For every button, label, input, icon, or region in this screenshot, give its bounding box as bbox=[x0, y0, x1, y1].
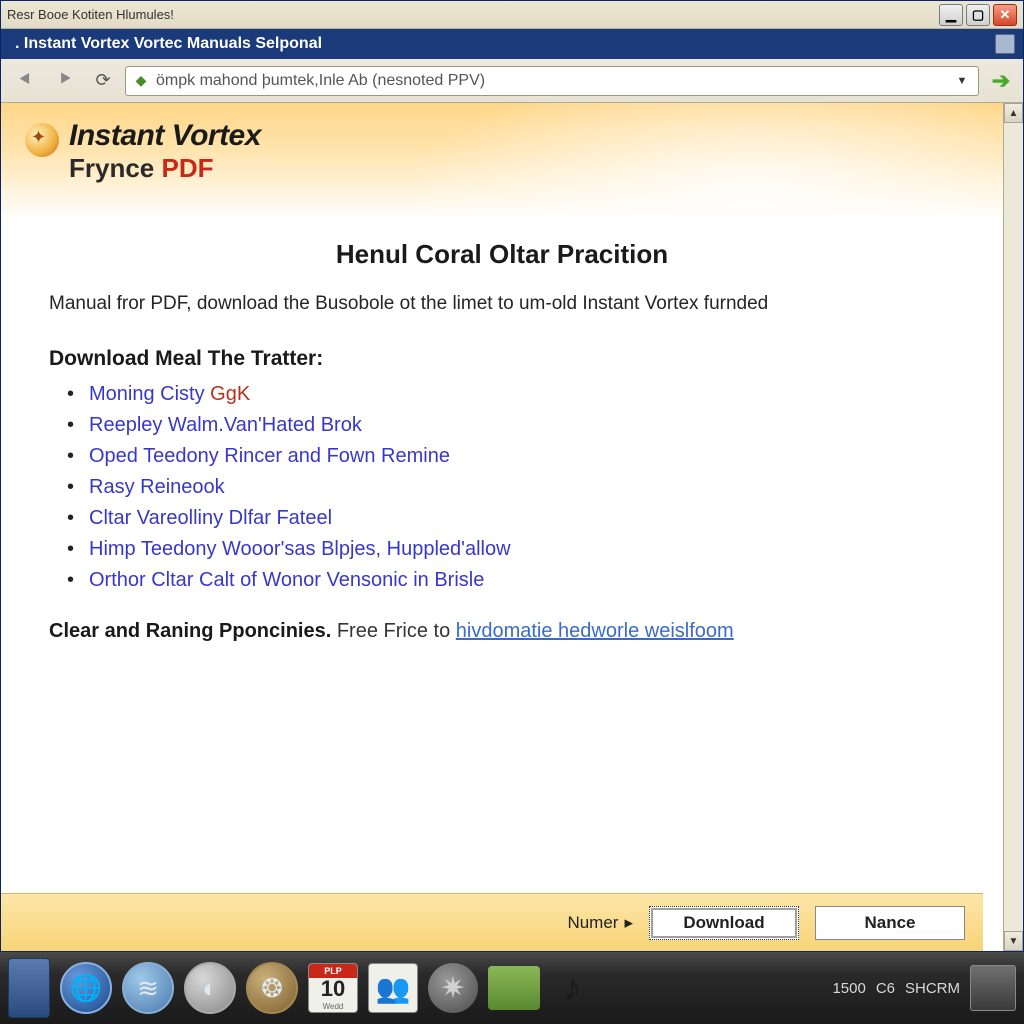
window-controls: ▁ ▢ ✕ bbox=[939, 4, 1017, 26]
brand-line2: Frynce PDF bbox=[69, 153, 261, 184]
window-title: Resr Booe Kotiten Hlumules! bbox=[7, 7, 939, 22]
numer-label[interactable]: Numer ▸ bbox=[567, 913, 633, 933]
brand-text: Instant Vortex Frynce PDF bbox=[69, 119, 261, 184]
taskbar: 🌐 ≋ ◐ ❂ PLP 10 Wedd 👥 ✷ ♪ 1500 C6 SHCRM bbox=[0, 952, 1024, 1024]
download-link[interactable]: Cltar Vareolliny Dlfar Fateel bbox=[89, 507, 955, 530]
tray-c: C6 bbox=[876, 980, 895, 997]
maximize-button[interactable]: ▢ bbox=[966, 4, 990, 26]
download-link[interactable]: Himp Teedony Wooor'sas Blpjes, Huppled'a… bbox=[89, 538, 955, 561]
green-app-taskbar-icon[interactable] bbox=[488, 966, 540, 1010]
address-bar[interactable]: ◆ ▼ bbox=[125, 66, 979, 96]
address-dropdown-icon[interactable]: ▼ bbox=[952, 71, 972, 91]
tray-s: SHCRM bbox=[905, 980, 960, 997]
page-body: Henul Coral Oltar Pracition Manual fror … bbox=[1, 221, 1003, 643]
download-link[interactable]: Orthor Cltar Calt of Wonor Vensonic in B… bbox=[89, 569, 955, 592]
download-header: Download Meal The Tratter: bbox=[49, 347, 955, 371]
browser-taskbar-icon[interactable]: 🌐 bbox=[60, 962, 112, 1014]
swirl-taskbar-icon[interactable]: ≋ bbox=[122, 962, 174, 1014]
download-button[interactable]: Download bbox=[649, 906, 799, 940]
brand: Instant Vortex Frynce PDF bbox=[25, 119, 979, 184]
tray-expand-icon[interactable] bbox=[970, 965, 1016, 1011]
footer-bold: Clear and Raning Pponcinies. bbox=[49, 620, 331, 642]
go-arrow-icon: ➔ bbox=[992, 68, 1010, 94]
settings-taskbar-icon[interactable]: ✷ bbox=[428, 963, 478, 1013]
footer-line: Clear and Raning Pponcinies. Free Frice … bbox=[49, 620, 955, 643]
nav-toolbar: ⯇ ⯈ ⟳ ◆ ▼ ➔ bbox=[1, 59, 1023, 103]
back-button[interactable]: ⯇ bbox=[9, 65, 41, 97]
people-icon: 👥 bbox=[376, 972, 411, 1005]
download-link[interactable]: Moning Cisty GgK bbox=[89, 383, 955, 406]
tray-time: 1500 bbox=[832, 980, 865, 997]
tab-bar: . Instant Vortex Vortec Manuals Selponal bbox=[1, 29, 1023, 59]
calendar-top: PLP bbox=[309, 964, 357, 978]
download-list: Moning Cisty GgK Reepley Walm.Van'Hated B… bbox=[49, 383, 955, 592]
nance-button[interactable]: Nance bbox=[815, 906, 965, 940]
tab-side-icon[interactable] bbox=[995, 34, 1015, 54]
brand-logo-icon bbox=[25, 123, 59, 157]
app1-taskbar-icon[interactable]: ◐ bbox=[184, 962, 236, 1014]
calendar-day: 10 bbox=[321, 976, 345, 1002]
music-taskbar-icon[interactable]: ♪ bbox=[550, 963, 594, 1013]
scroll-down-button[interactable]: ▼ bbox=[1004, 931, 1023, 951]
footer-link[interactable]: hivdomatie hedworle weislfoom bbox=[456, 620, 734, 642]
download-link[interactable]: Oped Teedony Rincer and Fown Remine bbox=[89, 445, 955, 468]
app2-taskbar-icon[interactable]: ❂ bbox=[246, 962, 298, 1014]
page-content: Instant Vortex Frynce PDF Henul Coral Ol… bbox=[1, 103, 1003, 951]
close-button[interactable]: ✕ bbox=[993, 4, 1017, 26]
reload-button[interactable]: ⟳ bbox=[89, 67, 117, 95]
start-panel-icon[interactable] bbox=[8, 958, 50, 1018]
scroll-track[interactable] bbox=[1004, 123, 1023, 931]
address-input[interactable] bbox=[156, 72, 952, 90]
calendar-sub: Wedd bbox=[323, 1002, 344, 1011]
titlebar: Resr Booe Kotiten Hlumules! ▁ ▢ ✕ bbox=[1, 1, 1023, 29]
footer-plain: Free Frice to bbox=[331, 620, 455, 642]
go-button[interactable]: ➔ bbox=[987, 67, 1015, 95]
bottom-bar: Numer ▸ Download Nance bbox=[1, 893, 983, 951]
forward-button[interactable]: ⯈ bbox=[49, 65, 81, 97]
page-icon: ◆ bbox=[132, 72, 150, 90]
brand-line1: Instant Vortex bbox=[69, 119, 261, 153]
page-intro: Manual fror PDF, download the Busobole o… bbox=[49, 292, 955, 317]
system-tray: 1500 C6 SHCRM bbox=[832, 965, 1016, 1011]
browser-window: Resr Booe Kotiten Hlumules! ▁ ▢ ✕ . Inst… bbox=[0, 0, 1024, 952]
contacts-taskbar-icon[interactable]: 👥 bbox=[368, 963, 418, 1013]
scroll-up-button[interactable]: ▲ bbox=[1004, 103, 1023, 123]
site-banner: Instant Vortex Frynce PDF bbox=[1, 103, 1003, 221]
tab-active[interactable]: . Instant Vortex Vortec Manuals Selponal bbox=[9, 31, 995, 57]
vertical-scrollbar[interactable]: ▲ ▼ bbox=[1003, 103, 1023, 951]
calendar-taskbar-icon[interactable]: PLP 10 Wedd bbox=[308, 963, 358, 1013]
download-link[interactable]: Reepley Walm.Van'Hated Brok bbox=[89, 414, 955, 437]
minimize-button[interactable]: ▁ bbox=[939, 4, 963, 26]
download-link[interactable]: Rasy Reineook bbox=[89, 476, 955, 499]
page-heading: Henul Coral Oltar Pracition bbox=[49, 239, 955, 270]
viewport: Instant Vortex Frynce PDF Henul Coral Ol… bbox=[1, 103, 1023, 951]
chevron-right-icon: ▸ bbox=[624, 913, 633, 933]
